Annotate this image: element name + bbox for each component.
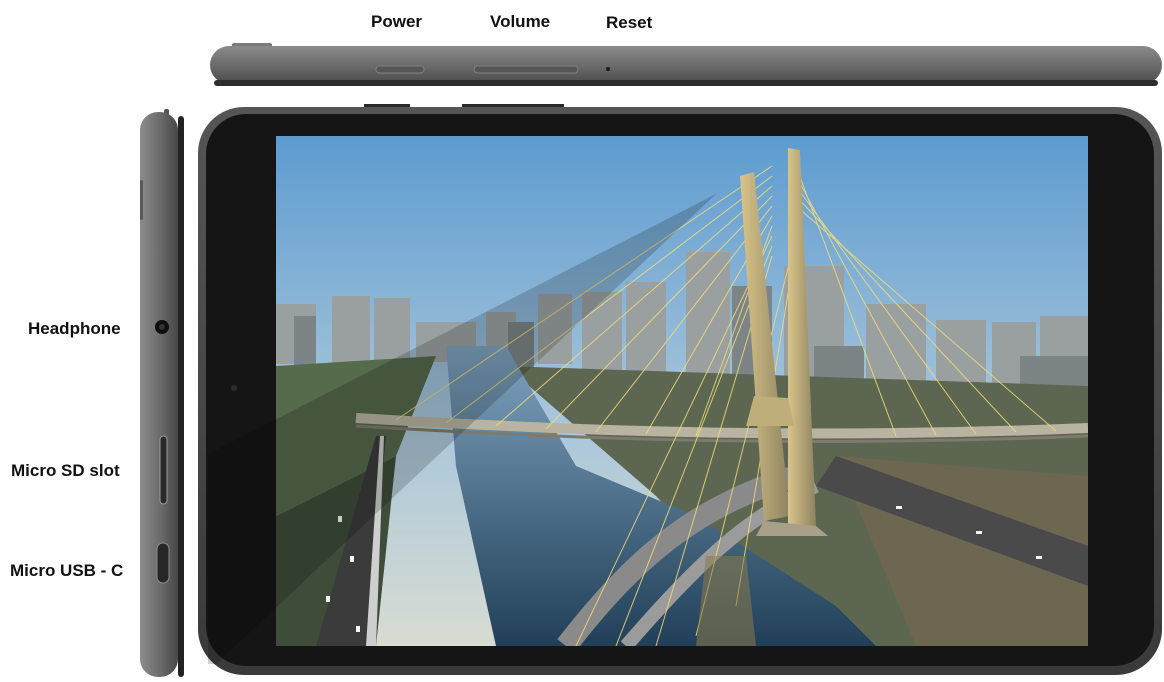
tablet-left-edge xyxy=(130,100,200,677)
reset-label: Reset xyxy=(606,13,653,32)
power-label: Power xyxy=(371,12,423,31)
tablet-screen xyxy=(276,136,1088,646)
micro-usb-label: Micro USB - C xyxy=(10,561,124,580)
micro-sd-label: Micro SD slot xyxy=(11,461,120,480)
reset-hole[interactable] xyxy=(606,67,610,71)
headphone-label: Headphone xyxy=(28,319,121,338)
front-camera-icon xyxy=(231,385,237,391)
volume-button-top[interactable] xyxy=(473,65,579,74)
tablet-top-edge xyxy=(0,0,1164,100)
volume-label: Volume xyxy=(490,12,551,31)
power-button-top[interactable] xyxy=(375,65,425,74)
bridge-photo xyxy=(276,136,1088,646)
micro-sd-slot[interactable] xyxy=(159,435,168,505)
usb-c-port[interactable] xyxy=(156,542,170,584)
